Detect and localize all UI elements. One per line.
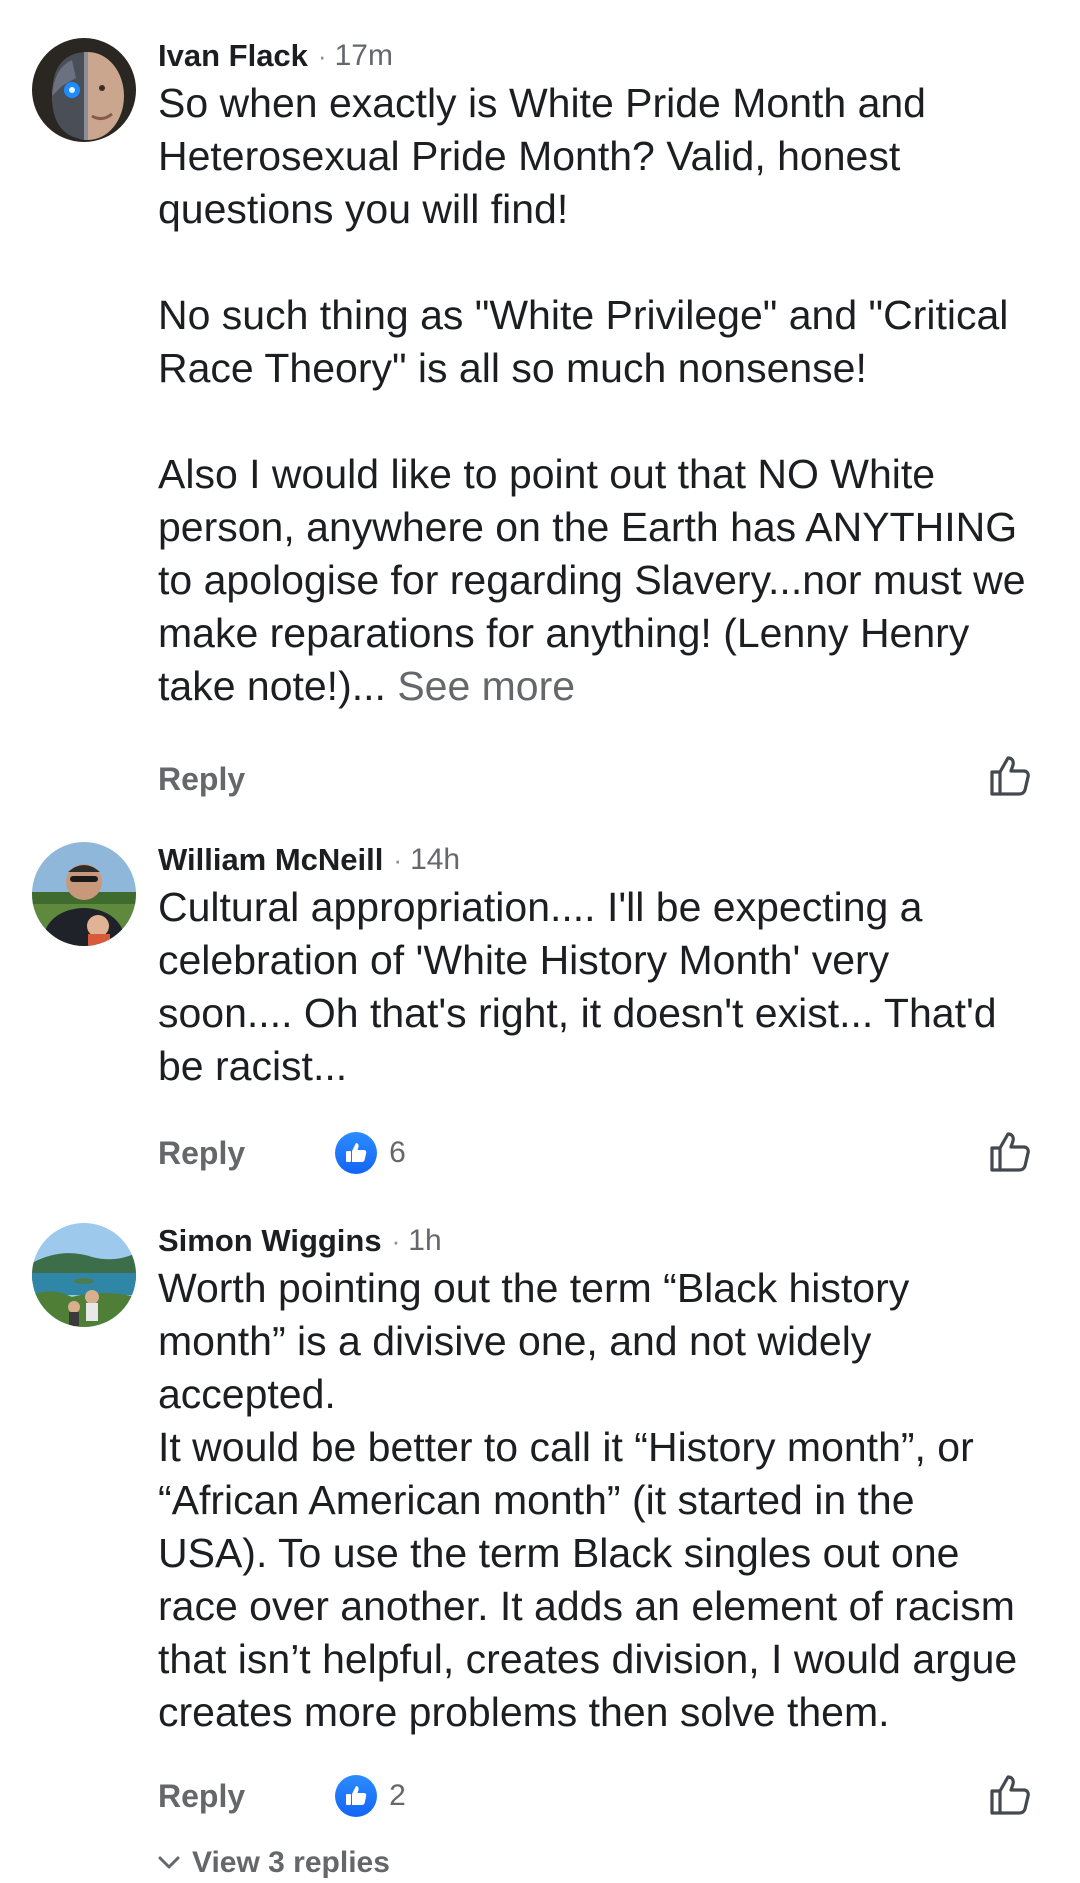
thumbs-up-filled-icon <box>346 1143 367 1162</box>
avatar[interactable] <box>32 1223 136 1327</box>
comment-line: USA). To use the term Black singles out … <box>158 1530 960 1576</box>
comment-line: race over another. It adds an element of… <box>158 1583 1015 1629</box>
timestamp[interactable]: 14h <box>410 843 460 877</box>
avatar[interactable] <box>32 38 136 142</box>
reaction-count: 6 <box>389 1136 406 1169</box>
comment-line: No such thing as "White Privilege" and "… <box>158 292 1009 338</box>
avatar-cyborg-face-icon <box>32 38 136 142</box>
comment-line: Race Theory" is all so much nonsense! <box>158 345 867 391</box>
comment-line: So when exactly is White Pride Month and <box>158 80 926 126</box>
like-reaction-icon <box>335 1775 378 1817</box>
comment-text: Worth pointing out the term “Black histo… <box>158 1262 1058 1739</box>
comment-line: Also I would like to point out that NO W… <box>158 451 936 497</box>
reply-button[interactable]: Reply <box>158 761 245 798</box>
comment-line: Heterosexual Pride Month? Valid, honest <box>158 133 901 179</box>
comment-last-line: take note!)... <box>158 663 386 709</box>
comment-line: take note!)... See more <box>158 660 1058 713</box>
like-reaction-icon <box>335 1132 378 1174</box>
separator-dot: · <box>393 844 403 875</box>
author-name[interactable]: Simon Wiggins <box>158 1223 382 1259</box>
reaction-summary[interactable]: 6 <box>335 1132 406 1174</box>
comment-line: accepted. <box>158 1371 336 1417</box>
thumbs-up-filled-icon <box>346 1786 367 1805</box>
comment-footer: Reply 6 <box>158 1128 406 1178</box>
comment-line: Worth pointing out the term “Black histo… <box>158 1265 910 1311</box>
comment-line: to apologise for regarding Slavery...nor… <box>158 557 1026 603</box>
comment-line: month” is a divisive one, and not widely <box>158 1318 872 1364</box>
reply-button[interactable]: Reply <box>158 1778 245 1815</box>
comment-line: that isn’t helpful, creates division, I … <box>158 1636 1018 1682</box>
view-replies-link[interactable]: View 3 replies <box>158 1843 390 1883</box>
reaction-count: 2 <box>389 1779 406 1812</box>
comment-header: Simon Wiggins · 1h <box>158 1217 442 1265</box>
comment-text: Cultural appropriation.... I'll be expec… <box>158 881 1058 1093</box>
comment-footer: Reply <box>158 754 245 804</box>
thumbs-up-outline-icon <box>990 756 1030 796</box>
comment-line: make reparations for anything! (Lenny He… <box>158 610 970 656</box>
like-button[interactable] <box>986 1128 1034 1176</box>
comment-line: person, anywhere on the Earth has ANYTHI… <box>158 504 1018 550</box>
comment-line: questions you will find! <box>158 186 569 232</box>
author-name[interactable]: William McNeill <box>158 842 383 878</box>
author-name[interactable]: Ivan Flack <box>158 38 308 74</box>
comment-line: It would be better to call it “History m… <box>158 1424 974 1470</box>
comment-line: creates more problems then solve them. <box>158 1689 890 1735</box>
comment-text: So when exactly is White Pride Month and… <box>158 77 1058 713</box>
thumbs-up-outline-icon <box>990 1132 1030 1172</box>
comment-footer: Reply 2 <box>158 1771 406 1821</box>
comment-line: celebration of 'White History Month' ver… <box>158 937 890 983</box>
separator-dot: · <box>391 1225 401 1256</box>
comment-line: soon.... Oh that's right, it doesn't exi… <box>158 990 997 1036</box>
comment-header: Ivan Flack · 17m <box>158 32 393 80</box>
timestamp[interactable]: 17m <box>335 39 393 73</box>
reaction-summary[interactable]: 2 <box>335 1775 406 1817</box>
avatar-man-outdoors-icon <box>32 842 136 946</box>
separator-dot: · <box>317 40 327 71</box>
reply-button[interactable]: Reply <box>158 1135 245 1172</box>
comment-line: Cultural appropriation.... I'll be expec… <box>158 884 923 930</box>
avatar-lake-landscape-icon <box>32 1223 136 1327</box>
chevron-down-icon <box>158 1856 180 1869</box>
thumbs-up-outline-icon <box>990 1775 1030 1815</box>
like-button[interactable] <box>986 1771 1034 1819</box>
comment-line: “African American month” (it started in … <box>158 1477 915 1523</box>
like-button[interactable] <box>986 752 1034 800</box>
see-more-link[interactable]: See more <box>397 663 575 709</box>
comment-header: William McNeill · 14h <box>158 836 460 884</box>
timestamp[interactable]: 1h <box>408 1224 441 1258</box>
view-replies-label: View 3 replies <box>192 1846 390 1879</box>
comment-line: be racist... <box>158 1043 348 1089</box>
avatar[interactable] <box>32 842 136 946</box>
